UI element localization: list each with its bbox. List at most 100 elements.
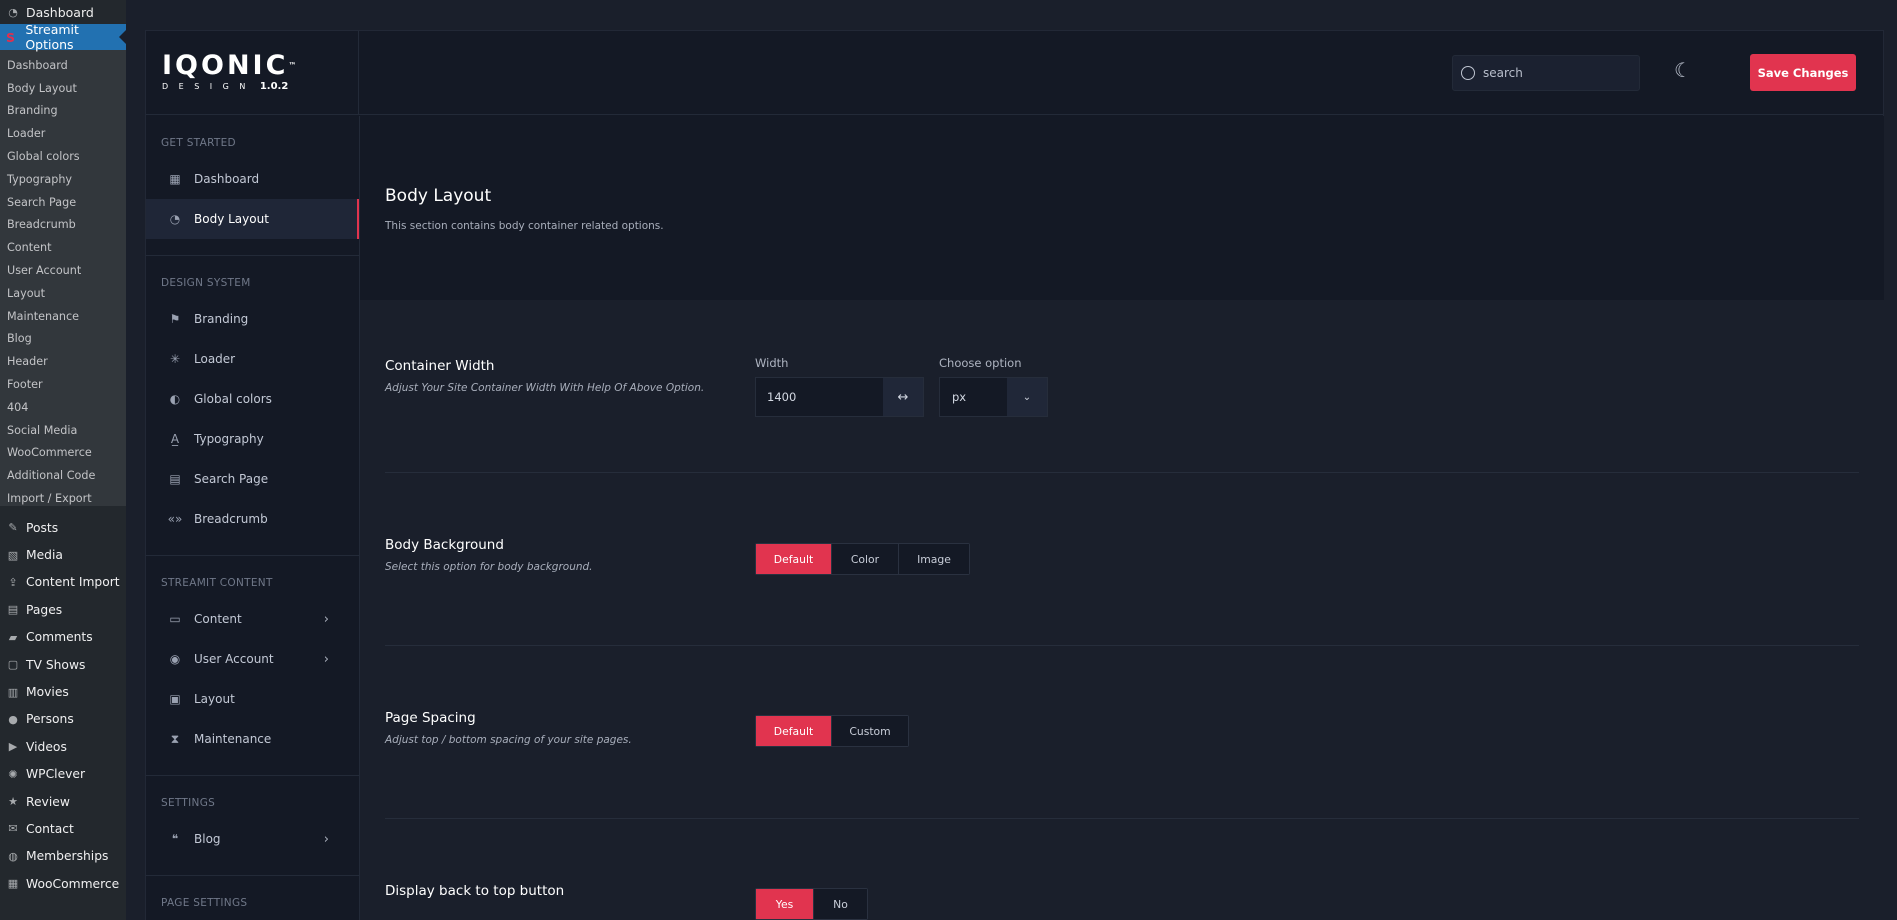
- wp-menu-item-movies[interactable]: ▥ Movies: [0, 678, 126, 705]
- nav-item-label: Maintenance: [194, 732, 272, 746]
- nav-item-label: Layout: [194, 692, 235, 706]
- wp-submenu-item-woocommerce[interactable]: WooCommerce: [0, 442, 126, 465]
- nav-item-maintenance[interactable]: ⧗ Maintenance: [146, 719, 359, 759]
- wp-menu-label: Memberships: [26, 849, 109, 864]
- wp-menu-item-wpclever[interactable]: ✺ WPClever: [0, 761, 126, 788]
- comments-icon: ▰: [8, 630, 18, 644]
- document-icon: ▤: [169, 472, 181, 486]
- toggle-image-button[interactable]: Image: [899, 544, 969, 574]
- nav-item-typography[interactable]: A̲ Typography: [146, 419, 359, 459]
- resize-arrows-icon: ↔: [883, 378, 923, 416]
- nav-item-search-page[interactable]: ▤ Search Page: [146, 459, 359, 499]
- nav-item-content[interactable]: ▭ Content ›: [146, 599, 359, 639]
- wp-menu-dashboard[interactable]: ◔ Dashboard: [0, 0, 126, 24]
- width-field[interactable]: ↔: [755, 377, 924, 417]
- nav-item-body-layout[interactable]: ◔ Body Layout: [146, 199, 359, 239]
- wp-submenu-item-branding[interactable]: Branding: [0, 100, 126, 123]
- wp-menu-label: Content Import: [26, 575, 120, 590]
- tv-icon: ▢: [7, 658, 19, 672]
- nav-item-dashboard[interactable]: ▦ Dashboard: [146, 159, 359, 199]
- nav-item-loader[interactable]: ✳ Loader: [146, 339, 359, 379]
- nav-item-label: Search Page: [194, 472, 269, 486]
- wp-menu-item-comments[interactable]: ▰ Comments: [0, 624, 126, 651]
- wp-submenu-item-blog[interactable]: Blog: [0, 328, 126, 351]
- nav-item-global-colors[interactable]: ◐ Global colors: [146, 379, 359, 419]
- wp-menu-label: Streamit Options: [25, 22, 79, 52]
- wp-menu-item-media[interactable]: ▧ Media: [0, 541, 126, 568]
- option-back-to-top: Display back to top button Yes No: [385, 819, 1859, 920]
- options-header: IQONIC™ DESIGN 1.0.2 ☾ Save Changes: [146, 31, 1883, 115]
- wp-submenu-item-additional-code[interactable]: Additional Code: [0, 464, 126, 487]
- wp-menu-item-contact[interactable]: ✉ Contact: [0, 815, 126, 842]
- toggle-no-button[interactable]: No: [814, 889, 867, 919]
- search-box[interactable]: [1452, 55, 1640, 91]
- nav-group-design-system: DESIGN SYSTEM ⚑ Branding ✳ Loader ◐ Global col…: [146, 256, 359, 556]
- nav-item-label: Typography: [194, 432, 264, 446]
- wp-submenu: Dashboard Body Layout Branding Loader Global…: [0, 50, 126, 506]
- wp-submenu-item-social-media[interactable]: Social Media: [0, 419, 126, 442]
- wp-menu-item-pages[interactable]: ▤ Pages: [0, 596, 126, 623]
- wp-menu-item-tv-shows[interactable]: ▢ TV Shows: [0, 651, 126, 678]
- wp-menu-label: WPClever: [26, 767, 86, 782]
- wp-menu-item-woocommerce[interactable]: ▦ WooCommerce: [0, 870, 126, 897]
- nav-group-settings: SETTINGS ❝ Blog ›: [146, 776, 359, 876]
- body-background-toggle: Default Color Image: [755, 543, 970, 575]
- nav-group-streamit-content: STREAMIT CONTENT ▭ Content › ◉ User Account › ▣…: [146, 556, 359, 776]
- nav-item-blog[interactable]: ❝ Blog ›: [146, 819, 359, 859]
- wp-submenu-item-global-colors[interactable]: Global colors: [0, 145, 126, 168]
- save-changes-button[interactable]: Save Changes: [1750, 54, 1856, 91]
- breadcrumb-icon: «»: [167, 512, 183, 526]
- media-icon: ▧: [7, 548, 19, 562]
- width-input[interactable]: [756, 378, 883, 416]
- wp-submenu-item-header[interactable]: Header: [0, 350, 126, 373]
- unit-value: px: [940, 378, 1007, 416]
- search-input[interactable]: [1483, 66, 1623, 80]
- person-icon: ●: [8, 712, 18, 726]
- nav-item-user-account[interactable]: ◉ User Account ›: [146, 639, 359, 679]
- wp-menu-item-review[interactable]: ★ Review: [0, 788, 126, 815]
- wp-submenu-item-content[interactable]: Content: [0, 236, 126, 259]
- version-label: 1.0.2: [259, 81, 289, 92]
- unit-select[interactable]: px ⌄: [939, 377, 1048, 417]
- option-title: Page Spacing: [385, 710, 476, 726]
- nav-item-label: Content: [194, 612, 242, 626]
- wp-submenu-item-breadcrumb[interactable]: Breadcrumb: [0, 214, 126, 237]
- wp-submenu-item-loader[interactable]: Loader: [0, 122, 126, 145]
- bulb-icon: ✺: [8, 767, 18, 781]
- option-page-spacing: Page Spacing Adjust top / bottom spacing…: [385, 646, 1859, 819]
- nav-heading: DESIGN SYSTEM: [161, 277, 251, 289]
- wp-submenu-item-layout[interactable]: Layout: [0, 282, 126, 305]
- nav-item-layout[interactable]: ▣ Layout: [146, 679, 359, 719]
- wp-menu-streamit-options[interactable]: S Streamit Options: [0, 22, 126, 52]
- option-body-background: Body Background Select this option for b…: [385, 473, 1859, 646]
- wp-menu-label: Posts: [26, 520, 59, 535]
- wp-menu-item-memberships[interactable]: ◍ Memberships: [0, 843, 126, 870]
- wp-menu-item-videos[interactable]: ▶ Videos: [0, 733, 126, 760]
- wp-submenu-item-maintenance[interactable]: Maintenance: [0, 305, 126, 328]
- moon-icon[interactable]: ☾: [1674, 59, 1696, 81]
- nav-item-branding[interactable]: ⚑ Branding: [146, 299, 359, 339]
- option-container-width: Container Width Adjust Your Site Contain…: [385, 300, 1859, 473]
- wp-menu-label: Review: [26, 794, 70, 809]
- wp-submenu-item-dashboard[interactable]: Dashboard: [0, 54, 126, 77]
- nav-item-breadcrumb[interactable]: «» Breadcrumb: [146, 499, 359, 539]
- video-icon: ▶: [8, 740, 18, 754]
- toggle-default-button[interactable]: Default: [756, 544, 832, 574]
- wp-submenu-item-footer[interactable]: Footer: [0, 373, 126, 396]
- wp-submenu-item-404[interactable]: 404: [0, 396, 126, 419]
- toggle-custom-button[interactable]: Custom: [832, 716, 908, 746]
- wp-submenu-item-typography[interactable]: Typography: [0, 168, 126, 191]
- wp-menu-item-persons[interactable]: ● Persons: [0, 706, 126, 733]
- wp-menu-item-content-import[interactable]: ⇪ Content Import: [0, 569, 126, 596]
- toggle-default-button[interactable]: Default: [756, 716, 832, 746]
- page-spacing-toggle: Default Custom: [755, 715, 909, 747]
- wp-menu-label: Media: [26, 548, 63, 563]
- wp-admin-sidebar: ◔ Dashboard S Streamit Options Dashboard…: [0, 0, 126, 920]
- wp-submenu-item-body-layout[interactable]: Body Layout: [0, 77, 126, 100]
- wp-submenu-item-user-account[interactable]: User Account: [0, 259, 126, 282]
- pin-icon: ✎: [8, 521, 18, 535]
- wp-menu-item-posts[interactable]: ✎ Posts: [0, 514, 126, 541]
- toggle-color-button[interactable]: Color: [832, 544, 899, 574]
- toggle-yes-button[interactable]: Yes: [756, 889, 814, 919]
- wp-submenu-item-search-page[interactable]: Search Page: [0, 191, 126, 214]
